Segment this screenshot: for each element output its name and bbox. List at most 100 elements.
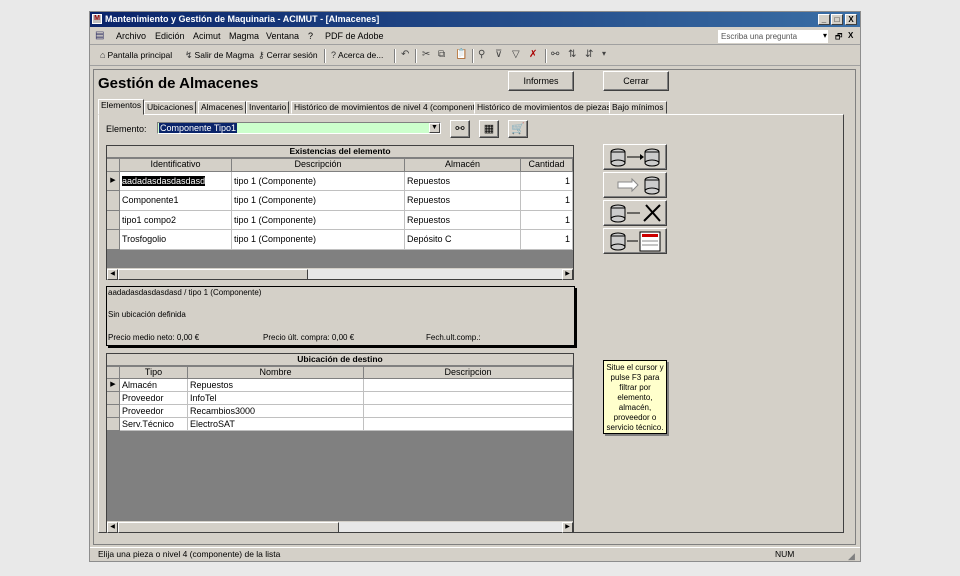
menu-archivo[interactable]: Archivo: [116, 31, 146, 41]
table-cell[interactable]: tipo 1 (Componente): [232, 172, 405, 191]
tab-historico-piezas[interactable]: Histórico de movimientos de piezas: [474, 101, 614, 114]
table-cell[interactable]: Proveedor: [120, 405, 188, 418]
chevron-down-icon[interactable]: ▼: [429, 123, 440, 133]
table-cell[interactable]: [364, 392, 573, 405]
row-selector[interactable]: [107, 405, 120, 418]
table-cell[interactable]: tipo1 compo2: [120, 211, 232, 230]
find-icon[interactable]: ⚯: [551, 49, 559, 60]
table-cell[interactable]: tipo 1 (Componente): [232, 191, 405, 211]
elemento-combo[interactable]: Componente Tipo1 ▼: [157, 122, 441, 134]
exit-tool[interactable]: ↯ Salir de Magma: [185, 50, 254, 61]
cut-icon[interactable]: ✂: [422, 49, 430, 60]
table-cell[interactable]: Componente1: [120, 191, 232, 211]
table-cell[interactable]: tipo 1 (Componente): [232, 211, 405, 230]
horizontal-scrollbar[interactable]: ◀ ▶: [107, 521, 573, 533]
menu-help[interactable]: ?: [308, 31, 313, 41]
scroll-thumb[interactable]: [118, 522, 339, 533]
scroll-left-icon[interactable]: ◀: [107, 269, 118, 280]
doc-close-icon[interactable]: X: [848, 31, 853, 40]
table-cell[interactable]: Repuestos: [405, 191, 521, 211]
row-selector[interactable]: ▶: [107, 379, 120, 392]
menu-edicion[interactable]: Edición: [155, 31, 185, 41]
informes-button[interactable]: Informes: [508, 71, 574, 91]
row-selector[interactable]: ▶: [107, 172, 120, 191]
toolbar-options-icon[interactable]: ▾: [602, 49, 606, 58]
close-button[interactable]: X: [845, 14, 857, 25]
table-cell[interactable]: 1: [521, 230, 573, 250]
table-cell[interactable]: [364, 379, 573, 392]
table-cell[interactable]: Proveedor: [120, 392, 188, 405]
column-header[interactable]: Descripcion: [364, 367, 573, 379]
table-cell[interactable]: tipo 1 (Componente): [232, 230, 405, 250]
remove-filter-icon[interactable]: ✗: [529, 49, 537, 60]
repair-button[interactable]: [603, 200, 667, 226]
table-cell[interactable]: aadadasdasdasdasd: [120, 172, 232, 191]
column-header[interactable]: Identificativo: [120, 159, 232, 172]
table-cell[interactable]: Depósito C: [405, 230, 521, 250]
table-cell[interactable]: ElectroSAT: [188, 418, 364, 431]
scroll-right-icon[interactable]: ▶: [562, 522, 573, 533]
table-cell[interactable]: Trosfogolio: [120, 230, 232, 250]
minimize-button[interactable]: _: [818, 14, 830, 25]
menu-acimut[interactable]: Acimut: [193, 31, 221, 41]
logout-tool[interactable]: ⚷ Cerrar sesión: [258, 50, 318, 61]
scroll-left-icon[interactable]: ◀: [107, 522, 118, 533]
column-header[interactable]: Almacén: [405, 159, 521, 172]
tab-historico-nivel4[interactable]: Histórico de movimientos de nivel 4 (com…: [291, 101, 486, 114]
paste-icon[interactable]: 📋: [455, 49, 467, 60]
sort-asc-icon[interactable]: ⇅: [568, 49, 576, 60]
properties-icon[interactable]: ▦: [479, 120, 499, 138]
tab-elementos[interactable]: Elementos: [98, 99, 145, 115]
entry-button[interactable]: [603, 172, 667, 198]
row-selector[interactable]: [107, 418, 120, 431]
row-selector[interactable]: [107, 191, 120, 211]
table-cell[interactable]: InfoTel: [188, 392, 364, 405]
cerrar-button[interactable]: Cerrar: [603, 71, 669, 91]
scroll-right-icon[interactable]: ▶: [562, 269, 573, 280]
table-cell[interactable]: [364, 405, 573, 418]
about-tool[interactable]: ? Acerca de...: [331, 50, 383, 60]
binoculars-icon[interactable]: ⚯: [450, 120, 470, 138]
table-cell[interactable]: Repuestos: [188, 379, 364, 392]
maximize-button[interactable]: □: [831, 14, 843, 25]
column-header[interactable]: Descripción: [232, 159, 405, 172]
restore-icon[interactable]: 🗗: [835, 31, 843, 45]
row-selector[interactable]: [107, 230, 120, 250]
undo-icon[interactable]: ↶: [401, 49, 409, 60]
row-selector[interactable]: [107, 392, 120, 405]
table-cell[interactable]: Almacén: [120, 379, 188, 392]
home-tool[interactable]: ⌂ Pantalla principal: [100, 50, 172, 60]
ask-dropdown-icon[interactable]: ▾: [823, 31, 827, 40]
column-header[interactable]: Nombre: [188, 367, 364, 379]
table-cell[interactable]: Recambios3000: [188, 405, 364, 418]
copy-icon[interactable]: ⧉: [438, 49, 445, 60]
tab-almacenes[interactable]: Almacenes: [198, 101, 247, 114]
report-button[interactable]: [603, 228, 667, 254]
filter-selection-icon[interactable]: ⚲: [478, 49, 485, 60]
tab-ubicaciones[interactable]: Ubicaciones: [144, 101, 197, 114]
sort-desc-icon[interactable]: ⇵: [585, 49, 593, 60]
table-cell[interactable]: 1: [521, 191, 573, 211]
cart-icon[interactable]: 🛒: [508, 120, 528, 138]
ask-question-input[interactable]: Escriba una pregunta: [718, 30, 828, 43]
column-header[interactable]: Cantidad: [521, 159, 573, 172]
horizontal-scrollbar[interactable]: ◀ ▶: [107, 268, 573, 280]
table-cell[interactable]: 1: [521, 172, 573, 191]
table-cell[interactable]: Serv.Técnico: [120, 418, 188, 431]
column-header[interactable]: Tipo: [120, 367, 188, 379]
table-cell[interactable]: [364, 418, 573, 431]
filter-icon[interactable]: ▽: [512, 49, 520, 60]
tab-inventario[interactable]: Inventario: [246, 101, 290, 114]
tab-bajo-minimos[interactable]: Bajo mínimos: [609, 101, 667, 114]
table-cell[interactable]: 1: [521, 211, 573, 230]
table-cell[interactable]: Repuestos: [405, 172, 521, 191]
resize-grip-icon[interactable]: ◢: [848, 550, 855, 563]
menu-pdf[interactable]: PDF de Adobe: [325, 31, 384, 41]
menu-magma[interactable]: Magma: [229, 31, 259, 41]
menu-ventana[interactable]: Ventana: [266, 31, 299, 41]
transfer-button[interactable]: [603, 144, 667, 170]
filter-form-icon[interactable]: ⊽: [495, 49, 502, 60]
table-cell[interactable]: Repuestos: [405, 211, 521, 230]
scroll-thumb[interactable]: [118, 269, 308, 280]
row-selector[interactable]: [107, 211, 120, 230]
